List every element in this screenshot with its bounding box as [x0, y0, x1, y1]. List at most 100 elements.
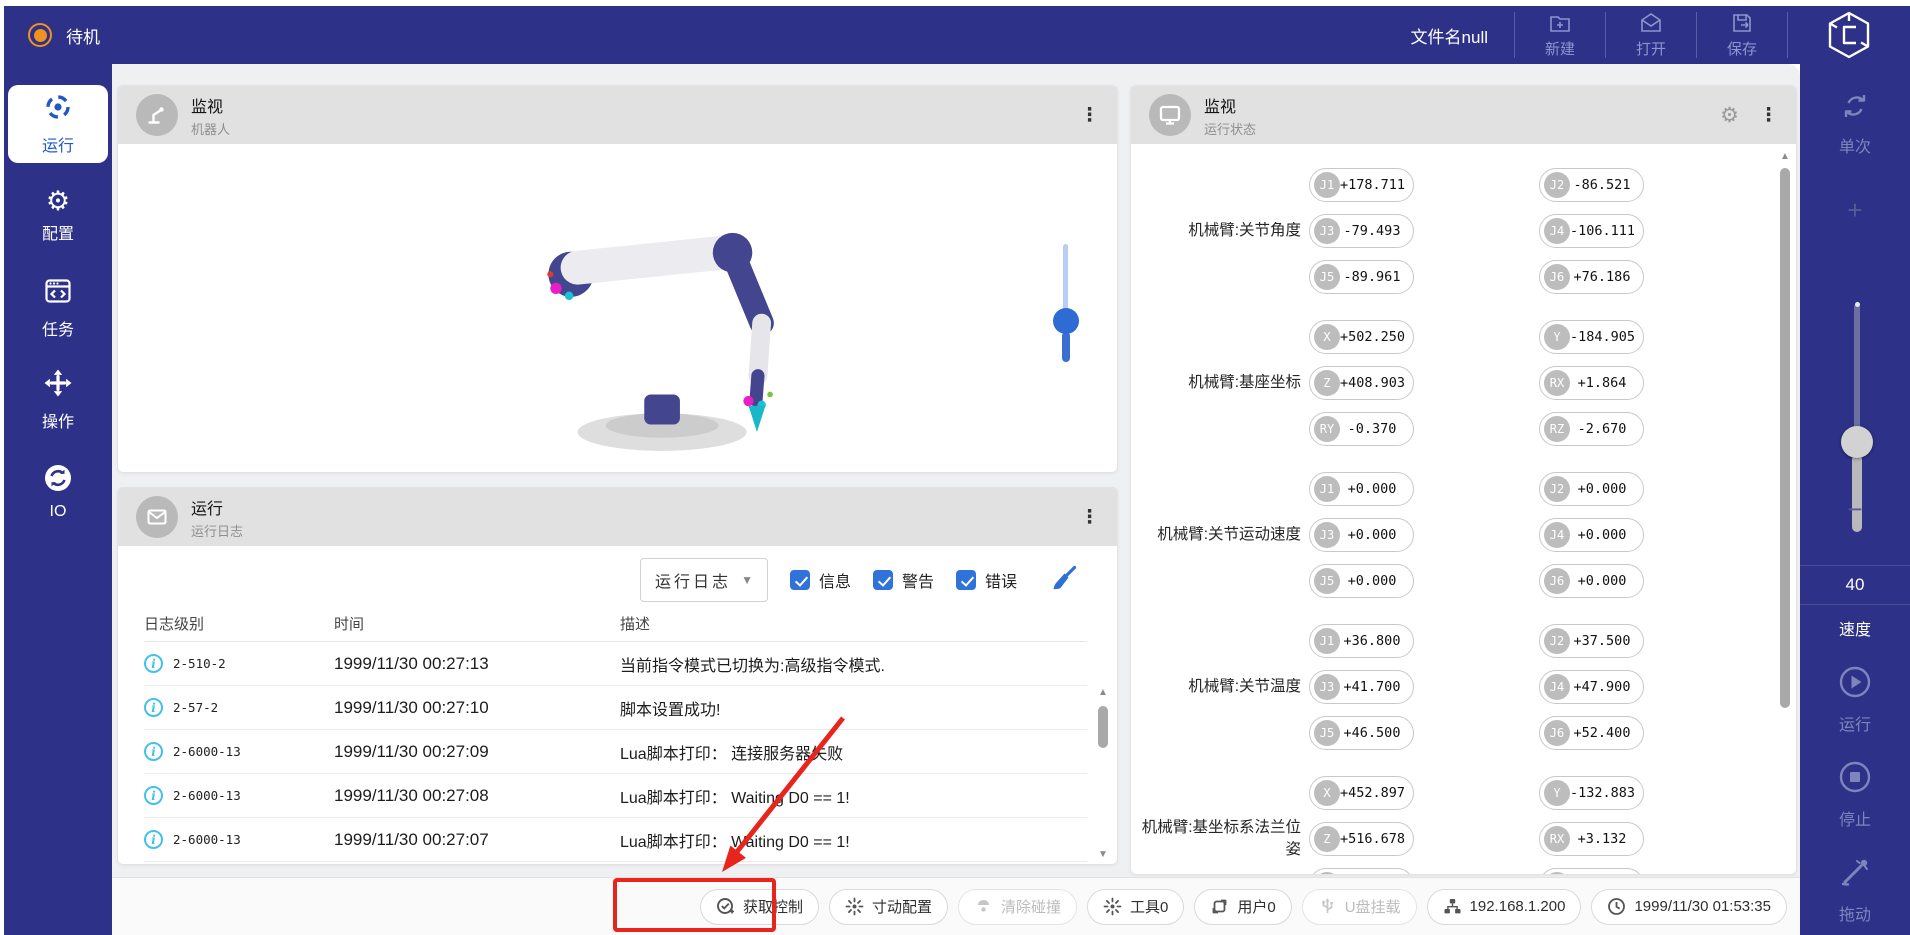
log-level-cell: i 2-57-2 — [144, 698, 334, 717]
system-clock-button[interactable]: 1999/11/30 01:53:35 — [1591, 889, 1787, 925]
kebab-menu-icon[interactable]: ⋮ — [1080, 106, 1099, 125]
new-file-button[interactable]: 新建 — [1515, 6, 1605, 64]
sidebar-item-run[interactable]: 运行 — [8, 85, 108, 163]
clear-collision-icon — [974, 897, 993, 916]
value-readout: +36.800 — [1340, 633, 1404, 649]
robot-monitor-panel: 监视 机器人 ⋮ — [117, 85, 1118, 473]
value-key-badge: Z — [1314, 370, 1340, 396]
status-group: 机械臂:关节温度 J1 +36.800 J2 +37.500 — [1131, 624, 1774, 750]
log-type-dropdown[interactable]: 运行日志 ▼ — [640, 558, 768, 602]
checkbox[interactable] — [873, 570, 893, 590]
operate-move-icon — [43, 368, 73, 403]
value-pill: J1 +36.800 — [1309, 624, 1414, 658]
scroll-up-icon[interactable]: ▲ — [1780, 152, 1790, 162]
col-header-desc: 描述 — [620, 613, 1087, 634]
run-target-icon — [43, 92, 73, 127]
scrollbar-track[interactable] — [1096, 698, 1110, 850]
value-readout: +0.000 — [1570, 527, 1634, 543]
robot-panel-titles: 监视 机器人 — [191, 93, 230, 138]
robot-3d-view[interactable] — [118, 144, 1117, 473]
scroll-down-icon[interactable]: ▼ — [1098, 850, 1108, 860]
value-readout: +516.678 — [1340, 831, 1405, 847]
scroll-up-icon[interactable]: ▲ — [1098, 688, 1108, 698]
value-readout: +178.711 — [1340, 177, 1405, 193]
acquire-control-button[interactable]: 获取控制 — [700, 889, 819, 925]
value-readout: +52.400 — [1570, 725, 1634, 741]
value-key-badge: J6 — [1544, 720, 1570, 746]
status-group: 机械臂:关节运动速度 J1 +0.000 J2 +0.000 — [1131, 472, 1774, 598]
value-key-badge: J4 — [1544, 522, 1570, 548]
log-description: 脚本设置成功! — [620, 696, 1087, 720]
sidebar-item-io[interactable]: IO — [8, 453, 108, 531]
tool-frame-button[interactable]: 工具0 — [1087, 889, 1184, 925]
button-label: 获取控制 — [743, 896, 803, 917]
value-readout: +452.897 — [1340, 785, 1405, 801]
stop-button[interactable]: 停止 — [1800, 759, 1910, 830]
tool-icon — [1103, 897, 1122, 916]
robot-panel-header: 监视 机器人 ⋮ — [118, 86, 1117, 144]
robot-control-app: 待机 文件名null 新建 打开 保存 — [0, 0, 1910, 935]
log-scrollbar: ▲ ▼ — [1096, 688, 1110, 860]
bottom-toolbar: 获取控制 寸动配置 清除碰撞 工具0 用户0 U盘挂载 192.168.1.20… — [112, 877, 1800, 935]
robot-status-label: 待机 — [66, 23, 100, 48]
network-ip-button[interactable]: 192.168.1.200 — [1427, 889, 1582, 925]
gear-icon[interactable]: ⚙ — [1720, 105, 1739, 126]
clear-logs-broom-icon[interactable] — [1049, 563, 1079, 598]
task-code-icon — [43, 276, 73, 311]
monitor-icon — [1149, 94, 1191, 136]
kebab-menu-icon[interactable]: ⋮ — [1759, 106, 1778, 125]
log-code: 2-510-2 — [173, 656, 226, 671]
log-panel-titles: 运行 运行日志 — [191, 495, 243, 540]
slider-track-upper[interactable] — [1854, 304, 1860, 432]
sidebar-item-task[interactable]: 任务 — [8, 269, 108, 347]
mail-icon — [136, 496, 178, 538]
log-filter-item: 信息 — [790, 568, 851, 592]
save-button[interactable]: 保存 — [1697, 6, 1787, 64]
status-scrollbar: ▲ ▼ — [1778, 152, 1792, 875]
info-icon: i — [144, 830, 163, 849]
network-icon — [1443, 897, 1462, 916]
scrollbar-thumb[interactable] — [1098, 706, 1108, 748]
drag-robot-icon — [1837, 854, 1873, 895]
log-filter-row: 运行日志 ▼ 信息 警告 错 — [118, 554, 1079, 606]
value-pill: J6 +0.000 — [1539, 564, 1644, 598]
single-cycle-button[interactable]: 单次 — [1800, 90, 1910, 157]
kebab-menu-icon[interactable]: ⋮ — [1080, 508, 1099, 527]
run-button[interactable]: 运行 — [1800, 664, 1910, 735]
value-key-badge: X — [1314, 780, 1340, 806]
usb-mount-button[interactable]: U盘挂载 — [1302, 889, 1417, 925]
slider-thumb[interactable] — [1841, 426, 1873, 458]
table-row: i 2-57-2 1999/11/30 00:27:10 脚本设置成功! — [144, 686, 1087, 730]
speed-plus-button[interactable]: + — [1800, 197, 1910, 223]
new-file-label: 新建 — [1545, 38, 1575, 59]
stop-circle-icon — [1837, 759, 1873, 800]
panel-title: 运行 — [191, 495, 243, 519]
log-filter-item: 错误 — [956, 568, 1017, 592]
topbar: 待机 文件名null 新建 打开 保存 — [4, 6, 1910, 64]
log-time: 1999/11/30 00:27:08 — [334, 786, 620, 806]
speed-minus-button[interactable]: − — [1800, 496, 1910, 522]
user-frame-button[interactable]: 用户0 — [1194, 889, 1291, 925]
sidebar-item-operate[interactable]: 操作 — [8, 361, 108, 439]
checkbox[interactable] — [790, 570, 810, 590]
drag-mode-button[interactable]: 拖动 — [1800, 854, 1910, 925]
value-pill: J1 +0.000 — [1309, 472, 1414, 506]
log-rows: i 2-510-2 1999/11/30 00:27:13 当前指令模式已切换为… — [144, 642, 1087, 862]
value-pill: J4 -106.111 — [1539, 214, 1644, 248]
scrollbar-thumb[interactable] — [1780, 168, 1790, 708]
value-readout: -184.905 — [1570, 329, 1635, 345]
value-readout: +41.700 — [1340, 679, 1404, 695]
slider-track-lower[interactable] — [1062, 332, 1070, 362]
slider-track-upper[interactable] — [1063, 244, 1068, 318]
slider-thumb[interactable] — [1053, 308, 1079, 334]
open-file-button[interactable]: 打开 — [1606, 6, 1696, 64]
checkbox[interactable] — [956, 570, 976, 590]
panel-subtitle: 机器人 — [191, 119, 230, 138]
scrollbar-track[interactable] — [1778, 162, 1792, 875]
value-pill: Z +408.903 — [1309, 366, 1414, 400]
log-time: 1999/11/30 00:27:07 — [334, 830, 620, 850]
clear-collision-button[interactable]: 清除碰撞 — [958, 889, 1077, 925]
jog-config-button[interactable]: 寸动配置 — [829, 889, 948, 925]
acquire-control-icon — [716, 897, 735, 916]
sidebar-item-config[interactable]: ⚙ 配置 — [8, 177, 108, 255]
